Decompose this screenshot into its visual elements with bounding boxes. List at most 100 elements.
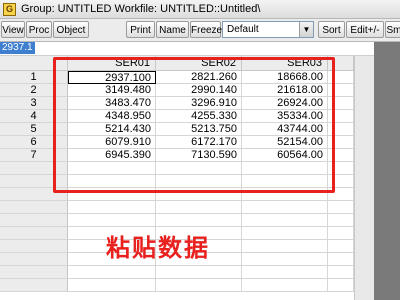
table-cell[interactable] bbox=[68, 201, 156, 214]
table-cell[interactable]: 3296.910 bbox=[156, 97, 242, 110]
row-header[interactable]: 2 bbox=[0, 84, 68, 97]
view-button[interactable]: View bbox=[1, 21, 25, 38]
window-title: Group: UNTITLED Workfile: UNTITLED::Unti… bbox=[21, 3, 261, 15]
title-bar: G Group: UNTITLED Workfile: UNTITLED::Un… bbox=[0, 0, 400, 19]
table-cell[interactable]: 18668.00 bbox=[242, 71, 328, 84]
table-cell[interactable]: 5214.430 bbox=[68, 123, 156, 136]
table-cell[interactable]: 2990.140 bbox=[156, 84, 242, 97]
table-cell[interactable] bbox=[242, 227, 328, 240]
table-cell[interactable] bbox=[328, 240, 354, 253]
row-header[interactable] bbox=[0, 227, 68, 240]
table-cell[interactable]: 7130.590 bbox=[156, 149, 242, 162]
display-type-select[interactable]: Default ▼ bbox=[222, 21, 314, 38]
table-cell[interactable] bbox=[328, 136, 354, 149]
sort-button[interactable]: Sort bbox=[318, 21, 345, 38]
table-cell[interactable] bbox=[68, 266, 156, 279]
chevron-down-icon[interactable]: ▼ bbox=[299, 22, 313, 37]
table-cell[interactable] bbox=[328, 110, 354, 123]
name-button[interactable]: Name bbox=[156, 21, 189, 38]
table-cell[interactable] bbox=[242, 175, 328, 188]
table-cell[interactable] bbox=[328, 214, 354, 227]
table-cell[interactable] bbox=[156, 188, 242, 201]
table-cell[interactable] bbox=[328, 162, 354, 175]
table-cell[interactable] bbox=[242, 162, 328, 175]
table-cell[interactable]: 6945.390 bbox=[68, 149, 156, 162]
table-cell[interactable] bbox=[242, 279, 328, 292]
table-cell[interactable] bbox=[156, 201, 242, 214]
table-cell[interactable]: 4348.950 bbox=[68, 110, 156, 123]
table-cell[interactable] bbox=[156, 162, 242, 175]
column-header[interactable]: SER03 bbox=[242, 56, 328, 71]
row-header[interactable] bbox=[0, 240, 68, 253]
table-cell[interactable]: 26924.00 bbox=[242, 97, 328, 110]
object-button[interactable]: Object bbox=[53, 21, 89, 38]
smpl-button[interactable]: Sm bbox=[385, 21, 400, 38]
table-cell[interactable] bbox=[242, 240, 328, 253]
table-cell[interactable]: 2821.260 bbox=[156, 71, 242, 84]
table-cell[interactable] bbox=[328, 266, 354, 279]
table-cell[interactable]: 3483.470 bbox=[68, 97, 156, 110]
print-button[interactable]: Print bbox=[126, 21, 155, 38]
table-cell[interactable] bbox=[328, 71, 354, 84]
table-cell[interactable] bbox=[68, 214, 156, 227]
spreadsheet-grid: SER01 SER02 SER03 1 2937.100 2821.260 18668… bbox=[0, 56, 354, 300]
table-cell[interactable]: 6172.170 bbox=[156, 136, 242, 149]
table-cell[interactable] bbox=[328, 201, 354, 214]
table-cell[interactable] bbox=[156, 279, 242, 292]
table-cell[interactable] bbox=[242, 201, 328, 214]
row-header[interactable] bbox=[0, 162, 68, 175]
row-header[interactable] bbox=[0, 201, 68, 214]
table-cell[interactable] bbox=[242, 253, 328, 266]
table-cell[interactable] bbox=[328, 279, 354, 292]
table-cell[interactable] bbox=[242, 214, 328, 227]
table-cell[interactable]: 3149.480 bbox=[68, 84, 156, 97]
row-header[interactable]: 5 bbox=[0, 123, 68, 136]
table-cell[interactable]: 43744.00 bbox=[242, 123, 328, 136]
table-cell[interactable]: 60564.00 bbox=[242, 149, 328, 162]
table-cell[interactable]: 52154.00 bbox=[242, 136, 328, 149]
table-cell[interactable] bbox=[328, 149, 354, 162]
row-header[interactable] bbox=[0, 175, 68, 188]
table-cell[interactable] bbox=[242, 188, 328, 201]
proc-button[interactable]: Proc bbox=[26, 21, 52, 38]
table-cell[interactable] bbox=[156, 214, 242, 227]
column-header[interactable]: SER01 bbox=[68, 56, 156, 71]
table-cell[interactable]: 35334.00 bbox=[242, 110, 328, 123]
row-header[interactable] bbox=[0, 253, 68, 266]
row-header[interactable] bbox=[0, 188, 68, 201]
table-cell[interactable]: 6079.910 bbox=[68, 136, 156, 149]
edit-button[interactable]: Edit+/- bbox=[346, 21, 384, 38]
table-cell[interactable] bbox=[328, 227, 354, 240]
table-cell[interactable] bbox=[156, 266, 242, 279]
table-cell[interactable] bbox=[156, 175, 242, 188]
table-cell[interactable]: 2937.100 bbox=[68, 71, 156, 84]
table-cell[interactable]: 21618.00 bbox=[242, 84, 328, 97]
row-header[interactable]: 4 bbox=[0, 110, 68, 123]
edit-bar: 2937.1 bbox=[0, 42, 400, 56]
table-cell[interactable]: 4255.330 bbox=[156, 110, 242, 123]
table-cell[interactable] bbox=[328, 84, 354, 97]
row-header[interactable]: 3 bbox=[0, 97, 68, 110]
table-cell[interactable] bbox=[328, 188, 354, 201]
table-cell[interactable] bbox=[328, 253, 354, 266]
table-cell[interactable] bbox=[328, 123, 354, 136]
row-header[interactable]: 7 bbox=[0, 149, 68, 162]
table-cell[interactable] bbox=[328, 97, 354, 110]
table-cell[interactable] bbox=[68, 279, 156, 292]
table-cell[interactable]: 5213.750 bbox=[156, 123, 242, 136]
table-cell[interactable] bbox=[68, 188, 156, 201]
row-header[interactable]: 6 bbox=[0, 136, 68, 149]
column-header-empty bbox=[328, 56, 354, 71]
row-header[interactable] bbox=[0, 214, 68, 227]
table-cell[interactable] bbox=[328, 175, 354, 188]
row-header[interactable]: 1 bbox=[0, 71, 68, 84]
cell-edit-input[interactable]: 2937.1 bbox=[0, 42, 35, 54]
table-cell[interactable] bbox=[242, 266, 328, 279]
vertical-scrollbar[interactable] bbox=[354, 56, 375, 300]
row-header[interactable] bbox=[0, 266, 68, 279]
table-cell[interactable] bbox=[68, 175, 156, 188]
row-header[interactable] bbox=[0, 279, 68, 292]
freeze-button[interactable]: Freeze bbox=[190, 21, 222, 38]
column-header[interactable]: SER02 bbox=[156, 56, 242, 71]
table-cell[interactable] bbox=[68, 162, 156, 175]
